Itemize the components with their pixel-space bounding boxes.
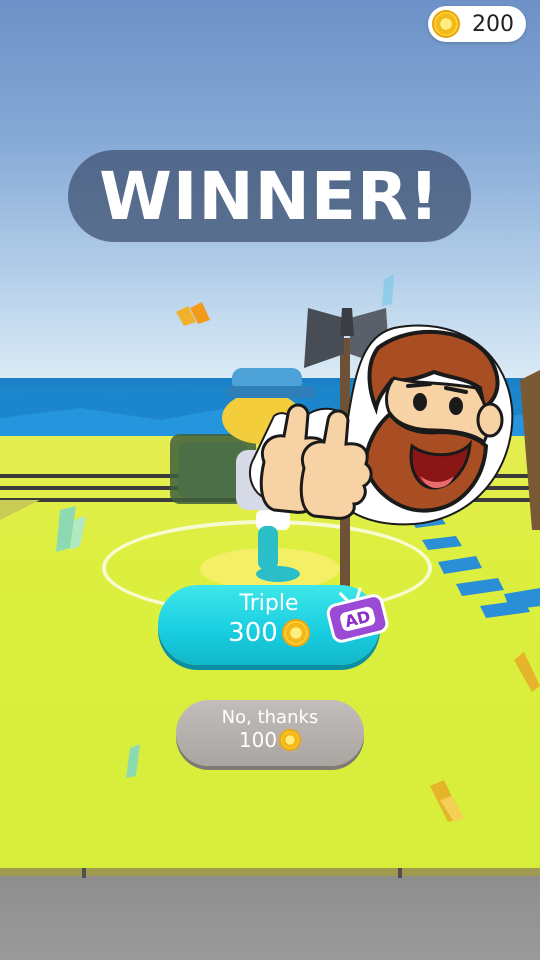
coin-icon — [432, 10, 460, 38]
winner-banner: WINNER! — [68, 150, 471, 242]
crystal-icon — [514, 652, 540, 692]
ground-marker — [398, 868, 402, 878]
crystal-icon — [176, 302, 210, 326]
no-thanks-amount-row: 100 — [176, 728, 364, 752]
coin-icon — [279, 729, 302, 751]
crystal-icon — [56, 506, 86, 552]
crystal-icon — [430, 780, 464, 822]
no-thanks-button[interactable]: No, thanks 100 — [176, 700, 364, 766]
triple-amount: 300 — [228, 618, 278, 648]
ground-edge — [0, 868, 540, 876]
ad-screen: AD — [324, 592, 391, 645]
crystal-icon — [382, 274, 394, 306]
no-thanks-amount: 100 — [238, 728, 278, 752]
crystal-icon — [126, 744, 140, 778]
ad-label: AD — [338, 605, 377, 632]
bearded-man-thumbs-up-sticker — [244, 318, 518, 528]
coin-count: 200 — [472, 11, 514, 37]
coin-counter: 200 — [428, 6, 526, 42]
ground-front — [0, 876, 540, 960]
coin-icon — [281, 619, 310, 647]
ground-marker — [82, 868, 86, 878]
winner-title: WINNER! — [99, 157, 440, 235]
no-thanks-label: No, thanks — [221, 707, 319, 728]
